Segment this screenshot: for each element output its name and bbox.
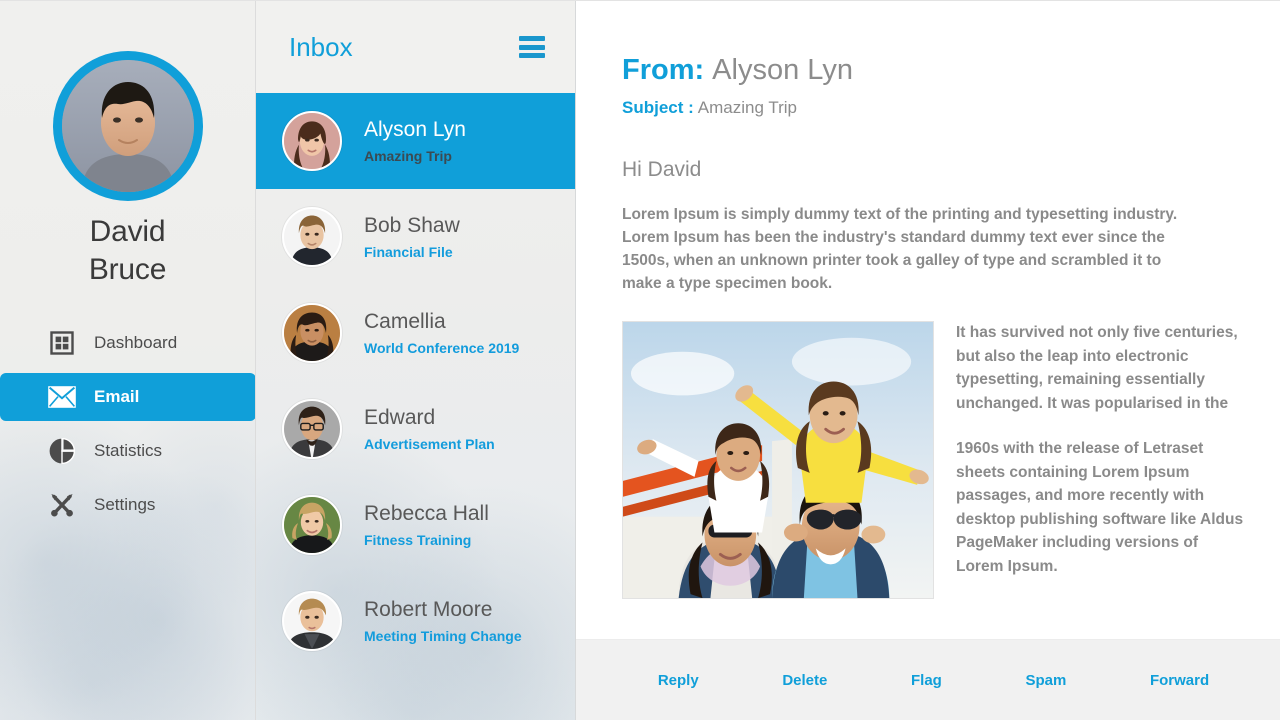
sender-name: Bob Shaw (364, 213, 460, 239)
from-label: From: (622, 54, 704, 86)
mail-list: Alyson Lyn Amazing Trip (256, 93, 575, 669)
subject-text: Amazing Trip (364, 146, 466, 166)
sender-name: Robert Moore (364, 597, 522, 623)
side-paragraph-1: It has survived not only five centuries,… (956, 321, 1246, 415)
subject-label: Subject : (622, 98, 694, 117)
sender-name: Edward (364, 405, 495, 431)
page-title: David Bruce (0, 213, 255, 289)
from-value: Alyson Lyn (712, 54, 853, 86)
email-client-app: David Bruce Dashboard (0, 0, 1280, 720)
avatar (53, 51, 203, 201)
hamburger-bar (519, 45, 545, 50)
intro-paragraph: Lorem Ipsum is simply dummy text of the … (622, 203, 1202, 295)
subject-value: Amazing Trip (698, 98, 797, 117)
list-item-text: Robert Moore Meeting Timing Change (364, 597, 522, 646)
avatar (282, 111, 342, 171)
subject-text: Fitness Training (364, 530, 489, 550)
subject-text: Financial File (364, 242, 460, 262)
delete-button[interactable]: Delete (772, 666, 837, 695)
greeting-text: Hi David (622, 157, 1246, 183)
list-item[interactable]: Camellia World Conference 2019 (256, 285, 575, 381)
email-reader: From:Alyson Lyn Subject :Amazing Trip Hi… (576, 1, 1280, 720)
user-first-name: David (0, 213, 255, 251)
list-item[interactable]: Robert Moore Meeting Timing Change (256, 573, 575, 669)
subject-text: World Conference 2019 (364, 338, 519, 358)
list-item[interactable]: Rebecca Hall Fitness Training (256, 477, 575, 573)
avatar (282, 303, 342, 363)
avatar (282, 399, 342, 459)
grid-icon (48, 329, 76, 357)
pie-chart-icon (48, 437, 76, 465)
mail-list-header: Inbox (256, 1, 575, 93)
hamburger-bar (519, 53, 545, 58)
user-last-name: Bruce (0, 251, 255, 289)
hamburger-bar (519, 36, 545, 41)
avatar (282, 207, 342, 267)
avatar (282, 495, 342, 555)
family-photo (622, 321, 934, 599)
sidebar-item-label: Dashboard (94, 333, 177, 353)
wrench-screwdriver-icon (48, 491, 76, 519)
sender-name: Camellia (364, 309, 519, 335)
inbox-title: Inbox (289, 32, 353, 63)
sidebar-item-label: Settings (94, 495, 155, 515)
sidebar-nav: Dashboard Email (0, 319, 255, 529)
list-item[interactable]: Bob Shaw Financial File (256, 189, 575, 285)
spam-button[interactable]: Spam (1015, 666, 1076, 695)
email-content: From:Alyson Lyn Subject :Amazing Trip Hi… (576, 1, 1280, 639)
list-item[interactable]: Edward Advertisement Plan (256, 381, 575, 477)
list-item-text: Edward Advertisement Plan (364, 405, 495, 454)
subject-line: Subject :Amazing Trip (622, 97, 1246, 119)
subject-text: Meeting Timing Change (364, 626, 522, 646)
side-paragraph-2: 1960s with the release of Letraset sheet… (956, 437, 1246, 578)
list-item-text: Bob Shaw Financial File (364, 213, 460, 262)
sender-name: Rebecca Hall (364, 501, 489, 527)
forward-button[interactable]: Forward (1140, 666, 1219, 695)
subject-text: Advertisement Plan (364, 434, 495, 454)
list-item-text: Alyson Lyn Amazing Trip (364, 117, 466, 166)
list-item-text: Camellia World Conference 2019 (364, 309, 519, 358)
envelope-icon (48, 383, 76, 411)
sidebar: David Bruce Dashboard (0, 1, 256, 720)
sender-name: Alyson Lyn (364, 117, 466, 143)
reply-button[interactable]: Reply (648, 666, 709, 695)
hamburger-icon[interactable] (519, 36, 545, 58)
sidebar-item-statistics[interactable]: Statistics (0, 427, 256, 475)
sidebar-item-email[interactable]: Email (0, 373, 256, 421)
media-row: It has survived not only five centuries,… (622, 321, 1246, 599)
flag-button[interactable]: Flag (901, 666, 952, 695)
list-item-text: Rebecca Hall Fitness Training (364, 501, 489, 550)
sidebar-item-settings[interactable]: Settings (0, 481, 256, 529)
sidebar-item-label: Email (94, 387, 139, 407)
avatar (282, 591, 342, 651)
sidebar-item-dashboard[interactable]: Dashboard (0, 319, 256, 367)
side-text-column: It has survived not only five centuries,… (956, 321, 1246, 578)
sidebar-item-label: Statistics (94, 441, 162, 461)
email-action-bar: Reply Delete Flag Spam Forward (576, 639, 1280, 720)
list-item[interactable]: Alyson Lyn Amazing Trip (256, 93, 575, 189)
from-line: From:Alyson Lyn (622, 53, 1246, 87)
mail-list-panel: Inbox (256, 1, 576, 720)
avatar-image (62, 60, 194, 192)
